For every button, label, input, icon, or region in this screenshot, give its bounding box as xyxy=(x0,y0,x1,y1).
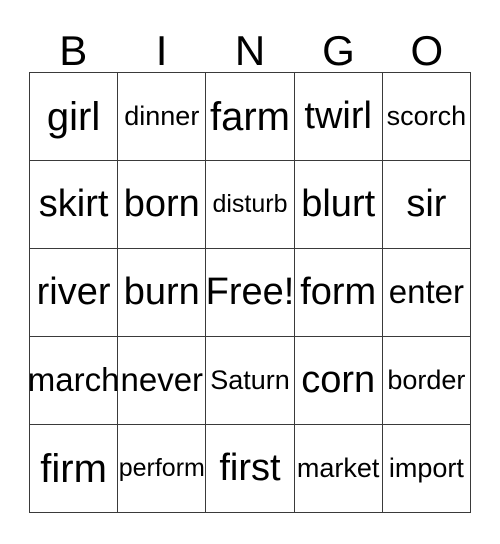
bingo-cell[interactable]: march xyxy=(30,337,119,425)
bingo-cell-word: blurt xyxy=(301,182,376,225)
bingo-cell-word: form xyxy=(300,270,377,313)
bingo-cell[interactable]: first xyxy=(206,425,295,513)
bingo-cell[interactable]: perform xyxy=(118,425,207,513)
bingo-free-space[interactable]: Free! xyxy=(206,249,295,337)
bingo-cell-word: born xyxy=(123,182,200,225)
bingo-cell[interactable]: corn xyxy=(294,337,383,425)
bingo-cell-word: first xyxy=(219,446,281,489)
bingo-cell[interactable]: sir xyxy=(382,161,471,249)
bingo-cell[interactable]: disturb xyxy=(206,161,295,249)
header-letter-b: B xyxy=(59,27,88,74)
bingo-cell-word: farm xyxy=(209,94,290,139)
bingo-cell[interactable]: scorch xyxy=(382,73,471,161)
header-letter-i: I xyxy=(155,27,168,74)
bingo-cell-word: market xyxy=(296,453,380,484)
bingo-cell[interactable]: blurt xyxy=(294,161,383,249)
bingo-cell-word: perform xyxy=(118,454,205,483)
bingo-grid: girl dinner farm twirl scorch skirt born distur… xyxy=(29,72,471,513)
bingo-cell-word: scorch xyxy=(386,101,467,132)
bingo-cell[interactable]: Saturn xyxy=(206,337,295,425)
bingo-cell-word: twirl xyxy=(304,94,372,137)
bingo-cell[interactable]: import xyxy=(382,425,471,513)
bingo-cell-word: march xyxy=(30,361,119,399)
bingo-cell-word: enter xyxy=(388,273,464,311)
bingo-cell[interactable]: dinner xyxy=(118,73,207,161)
bingo-cell[interactable]: twirl xyxy=(294,73,383,161)
bingo-cell[interactable]: burn xyxy=(118,249,207,337)
bingo-cell[interactable]: girl xyxy=(30,73,119,161)
bingo-cell[interactable]: never xyxy=(118,337,207,425)
bingo-header: B I N G O xyxy=(29,14,471,72)
bingo-cell-word: river xyxy=(36,270,111,313)
bingo-cell-word: skirt xyxy=(38,182,109,225)
bingo-cell-word: girl xyxy=(46,94,101,139)
bingo-cell[interactable]: river xyxy=(30,249,119,337)
bingo-cell-word: dinner xyxy=(124,101,200,132)
bingo-cell-word: import xyxy=(388,453,464,484)
header-letter-o: O xyxy=(410,27,444,74)
bingo-cell-word: never xyxy=(120,361,204,399)
bingo-cell-word: sir xyxy=(406,182,447,225)
bingo-cell-word: disturb xyxy=(212,190,288,219)
free-space-label: Free! xyxy=(206,270,295,313)
bingo-card: B I N G O girl dinner farm twirl scorch skirt… xyxy=(0,0,500,544)
header-letter-g: G xyxy=(322,27,355,74)
bingo-cell-word: border xyxy=(387,365,466,396)
bingo-cell[interactable]: farm xyxy=(206,73,295,161)
bingo-cell[interactable]: border xyxy=(382,337,471,425)
bingo-cell-word: corn xyxy=(301,358,376,401)
bingo-cell[interactable]: skirt xyxy=(30,161,119,249)
bingo-cell[interactable]: firm xyxy=(30,425,119,513)
header-letter-n: N xyxy=(234,27,266,74)
bingo-cell[interactable]: enter xyxy=(382,249,471,337)
bingo-cell[interactable]: market xyxy=(294,425,383,513)
bingo-cell-word: firm xyxy=(40,446,107,491)
bingo-cell[interactable]: born xyxy=(118,161,207,249)
bingo-cell-word: Saturn xyxy=(210,365,290,396)
bingo-cell[interactable]: form xyxy=(294,249,383,337)
bingo-cell-word: burn xyxy=(123,270,200,313)
